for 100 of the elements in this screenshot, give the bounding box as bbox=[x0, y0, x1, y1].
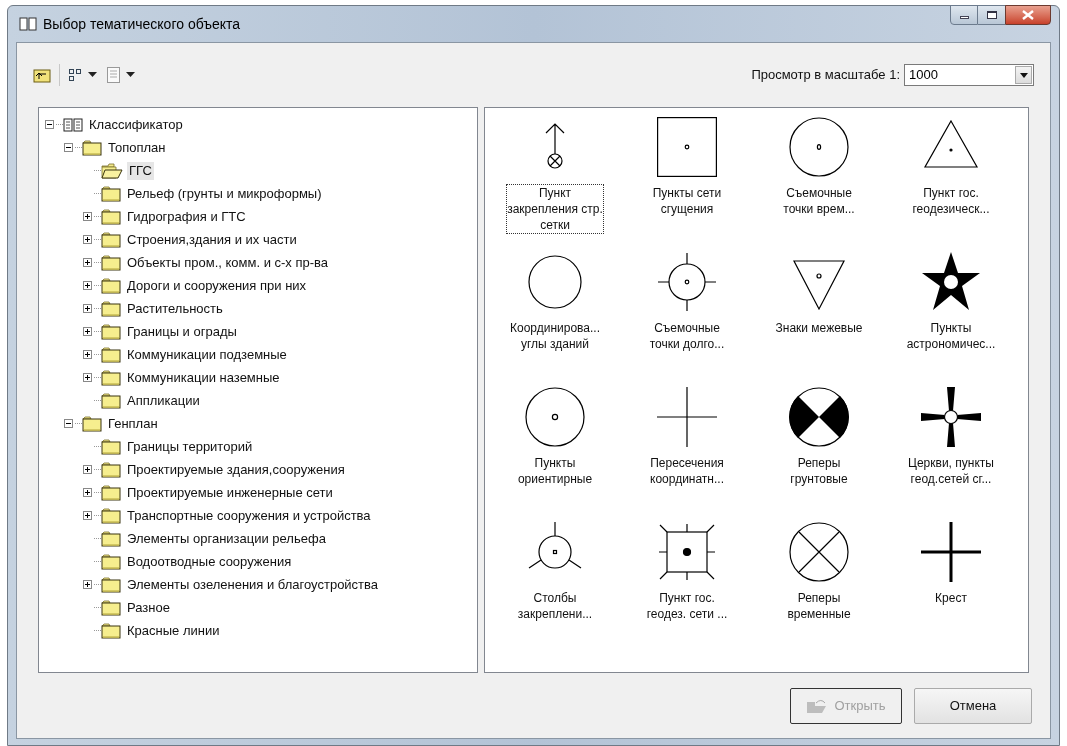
map-symbol-icon bbox=[788, 521, 850, 583]
symbol-label[interactable]: Съемочные точки долго... bbox=[639, 320, 735, 352]
folder-icon bbox=[101, 185, 121, 202]
collapse-icon[interactable] bbox=[45, 120, 54, 129]
tree-item[interactable]: Водоотводные сооружения bbox=[125, 552, 294, 571]
symbol-label[interactable]: Реперы временные bbox=[771, 590, 867, 622]
symbol-label[interactable]: Церкви, пункты геод.сетей сг... bbox=[903, 455, 999, 487]
map-symbol-icon bbox=[788, 386, 850, 448]
symbol-label[interactable]: Пункт гос. геодезическ... bbox=[903, 185, 999, 217]
expand-icon[interactable] bbox=[83, 212, 92, 221]
tree-item[interactable]: Элементы организации рельефа bbox=[125, 529, 328, 548]
tree-item[interactable]: Коммуникации наземные bbox=[125, 368, 282, 387]
expand-icon[interactable] bbox=[83, 281, 92, 290]
symbol-label[interactable]: Пункты сети сгущения bbox=[639, 185, 735, 217]
symbol-label[interactable]: Координирова... углы зданий bbox=[507, 320, 603, 352]
tree-item[interactable]: Разное bbox=[125, 598, 172, 617]
collapse-icon[interactable] bbox=[64, 419, 73, 428]
caret-icon[interactable] bbox=[126, 72, 135, 78]
scale-label: Просмотр в масштабе 1: bbox=[751, 66, 900, 85]
map-symbol-icon bbox=[656, 251, 718, 313]
tree-item[interactable]: Аппликации bbox=[125, 391, 202, 410]
symbol-label[interactable]: Пункты астрономичес... bbox=[903, 320, 999, 352]
folder-icon bbox=[101, 553, 121, 570]
folder-icon bbox=[101, 438, 121, 455]
folder-icon bbox=[101, 576, 121, 593]
close-icon bbox=[1022, 10, 1034, 20]
folder-icon bbox=[101, 392, 121, 409]
tree-item[interactable]: Классификатор bbox=[87, 115, 185, 134]
expand-icon[interactable] bbox=[83, 373, 92, 382]
expand-icon[interactable] bbox=[83, 511, 92, 520]
tree-item[interactable]: Генплан bbox=[106, 414, 160, 433]
maximize-button[interactable] bbox=[978, 5, 1005, 25]
expand-icon[interactable] bbox=[83, 258, 92, 267]
cancel-button[interactable]: Отмена bbox=[914, 687, 1032, 724]
map-symbol-icon bbox=[656, 521, 718, 583]
folder-icon bbox=[101, 323, 121, 340]
tree-item[interactable]: ГГС bbox=[127, 161, 154, 180]
tree-item[interactable]: Транспортные сооружения и устройства bbox=[125, 506, 373, 525]
symbol-label[interactable]: Столбы закреплени... bbox=[507, 590, 603, 622]
folder-up-icon[interactable] bbox=[33, 67, 51, 83]
expand-icon[interactable] bbox=[83, 488, 92, 497]
tree-item[interactable]: Границы и ограды bbox=[125, 322, 239, 341]
symbol-label[interactable]: Пункт гос. геодез. сети ... bbox=[639, 590, 735, 622]
close-button[interactable] bbox=[1005, 5, 1051, 25]
open-folder-icon bbox=[101, 162, 123, 179]
expand-icon[interactable] bbox=[83, 304, 92, 313]
symbol-label[interactable]: Пункты ориентирные bbox=[507, 455, 603, 487]
folder-icon bbox=[101, 277, 121, 294]
caret-icon[interactable] bbox=[88, 72, 97, 78]
folder-icon bbox=[101, 461, 121, 478]
map-symbol-icon bbox=[524, 386, 586, 448]
map-symbol-icon bbox=[656, 116, 718, 178]
symbol-label[interactable]: Пункт закрепления стр. сетки bbox=[507, 185, 603, 233]
tree-item[interactable]: Проектируемые инженерные сети bbox=[125, 483, 335, 502]
folder-icon bbox=[101, 254, 121, 271]
folder-icon bbox=[82, 415, 102, 432]
folder-icon bbox=[101, 622, 121, 639]
symbol-label[interactable]: Реперы грунтовые bbox=[771, 455, 867, 487]
expand-icon[interactable] bbox=[83, 350, 92, 359]
book-icon bbox=[63, 116, 83, 133]
map-symbol-icon bbox=[788, 116, 850, 178]
tree-item[interactable]: Объекты пром., комм. и с-х пр-ва bbox=[125, 253, 331, 272]
expand-icon[interactable] bbox=[83, 580, 92, 589]
collapse-icon[interactable] bbox=[64, 143, 73, 152]
folder-icon bbox=[101, 484, 121, 501]
page-icon[interactable] bbox=[107, 67, 120, 83]
folder-icon bbox=[101, 346, 121, 363]
symbol-label[interactable]: Знаки межевые bbox=[771, 320, 867, 336]
folder-icon bbox=[101, 530, 121, 547]
tree-item[interactable]: Коммуникации подземные bbox=[125, 345, 289, 364]
tree-item[interactable]: Строения,здания и их части bbox=[125, 230, 299, 249]
scale-dropdown[interactable]: 1000 bbox=[904, 64, 1034, 86]
symbol-label[interactable]: Пересечения координатн... bbox=[639, 455, 735, 487]
folder-icon bbox=[101, 208, 121, 225]
open-folder-icon bbox=[806, 697, 829, 714]
tree-item[interactable]: Рельеф (грунты и микроформы) bbox=[125, 184, 324, 203]
icon-view-icon[interactable] bbox=[68, 68, 82, 82]
folder-icon bbox=[101, 369, 121, 386]
tree-item[interactable]: Проектируемые здания,сооружения bbox=[125, 460, 347, 479]
tree-item[interactable]: Границы территорий bbox=[125, 437, 255, 456]
expand-icon[interactable] bbox=[83, 327, 92, 336]
folder-icon bbox=[101, 599, 121, 616]
map-symbol-icon bbox=[920, 251, 982, 313]
symbol-label[interactable]: Крест bbox=[903, 590, 999, 606]
symbol-label[interactable]: Съемочные точки врем... bbox=[771, 185, 867, 217]
tree-item[interactable]: Топоплан bbox=[106, 138, 168, 157]
map-symbol-icon bbox=[656, 386, 718, 448]
map-symbol-icon bbox=[920, 521, 982, 583]
tree-item[interactable]: Дороги и сооружения при них bbox=[125, 276, 309, 295]
folder-icon bbox=[101, 507, 121, 524]
tree-item[interactable]: Красные линии bbox=[125, 621, 222, 640]
expand-icon[interactable] bbox=[83, 235, 92, 244]
minimize-button[interactable] bbox=[950, 5, 978, 25]
window-title: Выбор тематического объекта bbox=[43, 14, 241, 34]
tree-item[interactable]: Растительность bbox=[125, 299, 225, 318]
tree-item[interactable]: Элементы озеленения и благоустройства bbox=[125, 575, 381, 594]
dropdown-arrow-icon bbox=[1019, 72, 1028, 78]
tree-item[interactable]: Гидрография и ГТС bbox=[125, 207, 248, 226]
folder-icon bbox=[82, 139, 102, 156]
expand-icon[interactable] bbox=[83, 465, 92, 474]
